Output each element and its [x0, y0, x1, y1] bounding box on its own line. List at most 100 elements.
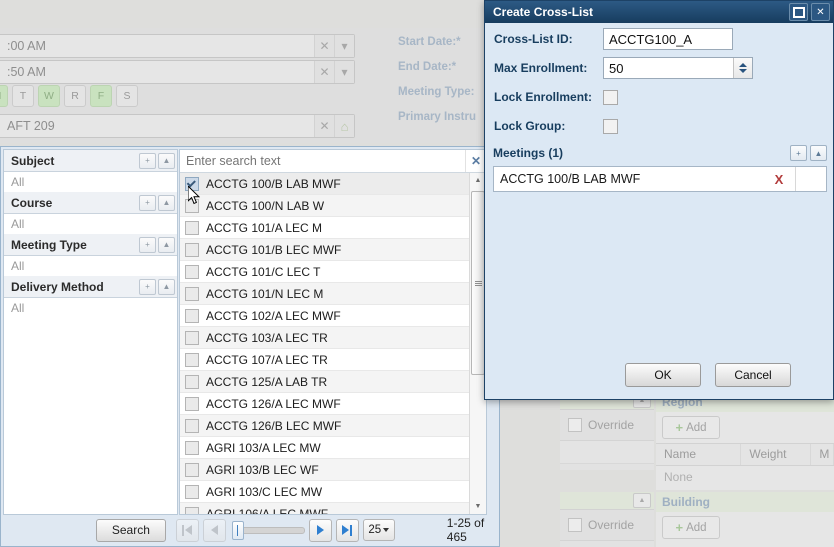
caret-up-icon[interactable]: ▲	[633, 493, 651, 508]
x-icon[interactable]: ✕	[314, 115, 334, 137]
caret-up-icon[interactable]: ▲	[158, 278, 175, 295]
search-input[interactable]	[180, 150, 465, 172]
scrollbar-thumb[interactable]	[471, 191, 485, 375]
home-icon[interactable]: ⌂	[334, 115, 354, 137]
course-list-item[interactable]: AGRI 103/A LEC MW	[180, 437, 469, 459]
scroll-down-icon[interactable]: ▼	[470, 499, 486, 514]
course-checkbox[interactable]	[185, 418, 199, 433]
course-checkbox[interactable]	[185, 462, 199, 477]
cancel-button[interactable]: Cancel	[715, 363, 791, 387]
course-checkbox[interactable]	[185, 286, 199, 301]
caret-down-icon[interactable]	[739, 69, 747, 73]
plus-icon[interactable]: +	[139, 152, 156, 169]
plus-icon[interactable]: +	[139, 236, 156, 253]
filter-header-subject[interactable]: Subject + ▲	[4, 150, 177, 172]
search-button[interactable]: Search	[96, 518, 166, 542]
plus-icon[interactable]: +	[139, 194, 156, 211]
course-list-item[interactable]: ACCTG 101/B LEC MWF	[180, 239, 469, 261]
filter-header-delivery-method[interactable]: Delivery Method + ▲	[4, 276, 177, 298]
filter-header-course[interactable]: Course + ▲	[4, 192, 177, 214]
day-of-week-toggles[interactable]: M T W R F S	[0, 85, 138, 107]
course-list-item[interactable]: AGRI 106/A LEC MWF	[180, 503, 469, 514]
course-checkbox[interactable]	[185, 506, 199, 514]
course-list-item[interactable]: ACCTG 125/A LAB TR	[180, 371, 469, 393]
day-toggle-w[interactable]: W	[38, 85, 60, 107]
course-list-item[interactable]: ACCTG 101/A LEC M	[180, 217, 469, 239]
course-list-item[interactable]: ACCTG 101/N LEC M	[180, 283, 469, 305]
slider-knob[interactable]	[231, 520, 244, 540]
course-checkbox[interactable]	[185, 176, 199, 191]
course-list-item[interactable]: ACCTG 100/N LAB W	[180, 195, 469, 217]
course-list-item[interactable]: ACCTG 102/A LEC MWF	[180, 305, 469, 327]
add-building-button[interactable]: + Add	[662, 516, 720, 539]
day-toggle-f[interactable]: F	[90, 85, 112, 107]
page-size-value: 25	[368, 524, 382, 536]
course-list-item[interactable]: ACCTG 101/C LEC T	[180, 261, 469, 283]
plus-icon: +	[675, 420, 684, 435]
x-icon[interactable]: ✕	[465, 150, 486, 172]
dialog-titlebar[interactable]: Create Cross-List ✕	[485, 1, 833, 23]
caret-up-icon[interactable]	[739, 63, 747, 67]
end-time-field[interactable]: :50 AM ✕ ▾	[0, 60, 355, 84]
plus-icon[interactable]: +	[790, 145, 807, 161]
crosslist-id-input[interactable]: ACCTG100_A	[603, 28, 733, 50]
course-checkbox[interactable]	[185, 220, 199, 235]
course-checkbox[interactable]	[185, 352, 199, 367]
prev-page-icon[interactable]	[202, 518, 226, 542]
caret-up-icon[interactable]: ▲	[158, 236, 175, 253]
course-checkbox[interactable]	[185, 264, 199, 279]
course-list-item[interactable]: AGRI 103/B LEC WF	[180, 459, 469, 481]
course-list-item[interactable]: ACCTG 103/A LEC TR	[180, 327, 469, 349]
plus-icon[interactable]: +	[139, 278, 156, 295]
page-size-dropdown[interactable]: 25	[362, 519, 395, 541]
x-icon[interactable]: ✕	[314, 61, 334, 83]
course-checkbox[interactable]	[185, 198, 199, 213]
x-icon[interactable]: ✕	[314, 35, 334, 57]
course-list-item[interactable]: ACCTG 107/A LEC TR	[180, 349, 469, 371]
next-page-icon[interactable]	[308, 518, 332, 542]
course-checkbox[interactable]	[185, 440, 199, 455]
day-toggle-t[interactable]: T	[12, 85, 34, 107]
course-checkbox[interactable]	[185, 330, 199, 345]
filter-title: Delivery Method	[11, 279, 104, 294]
x-icon[interactable]: X	[763, 172, 795, 187]
course-label: ACCTG 101/N LEC M	[206, 286, 324, 301]
room-field[interactable]: AFT 209 ✕ ⌂	[0, 114, 355, 138]
maximize-icon[interactable]	[789, 3, 808, 21]
close-icon[interactable]: ✕	[811, 3, 830, 21]
lock-group-row: Lock Group:	[485, 113, 833, 139]
chevron-down-icon[interactable]: ▾	[334, 35, 354, 57]
add-region-button[interactable]: + Add	[662, 416, 720, 439]
day-toggle-m[interactable]: M	[0, 85, 8, 107]
course-list-item[interactable]: ACCTG 100/B LAB MWF	[180, 173, 469, 195]
ok-button[interactable]: OK	[625, 363, 701, 387]
course-list-item[interactable]: ACCTG 126/B LEC MWF	[180, 415, 469, 437]
last-page-icon[interactable]	[335, 518, 359, 542]
max-enrollment-input[interactable]: 50	[603, 57, 753, 79]
override-row[interactable]: Override	[560, 410, 654, 441]
course-checkbox[interactable]	[185, 308, 199, 323]
day-toggle-r[interactable]: R	[64, 85, 86, 107]
caret-up-icon[interactable]: ▲	[158, 152, 175, 169]
caret-up-icon[interactable]: ▲	[158, 194, 175, 211]
course-list-item[interactable]: AGRI 103/C LEC MW	[180, 481, 469, 503]
lock-enrollment-checkbox[interactable]	[603, 89, 618, 105]
override-row[interactable]: Override	[560, 510, 654, 541]
course-list-item[interactable]: ACCTG 126/A LEC MWF	[180, 393, 469, 415]
start-time-field[interactable]: :00 AM ✕ ▾	[0, 34, 355, 58]
day-toggle-s[interactable]: S	[116, 85, 138, 107]
spinner-buttons[interactable]	[733, 58, 752, 78]
chevron-down-icon[interactable]: ▾	[334, 61, 354, 83]
filter-header-meeting-type[interactable]: Meeting Type + ▲	[4, 234, 177, 256]
override-checkbox[interactable]	[568, 518, 582, 532]
add-building-label: Add	[686, 521, 707, 534]
course-checkbox[interactable]	[185, 396, 199, 411]
caret-up-icon[interactable]: ▲	[810, 145, 827, 161]
page-slider[interactable]	[230, 520, 305, 541]
override-checkbox[interactable]	[568, 418, 582, 432]
course-checkbox[interactable]	[185, 374, 199, 389]
course-checkbox[interactable]	[185, 484, 199, 499]
first-page-icon[interactable]	[175, 518, 199, 542]
course-checkbox[interactable]	[185, 242, 199, 257]
lock-group-checkbox[interactable]	[603, 118, 618, 134]
